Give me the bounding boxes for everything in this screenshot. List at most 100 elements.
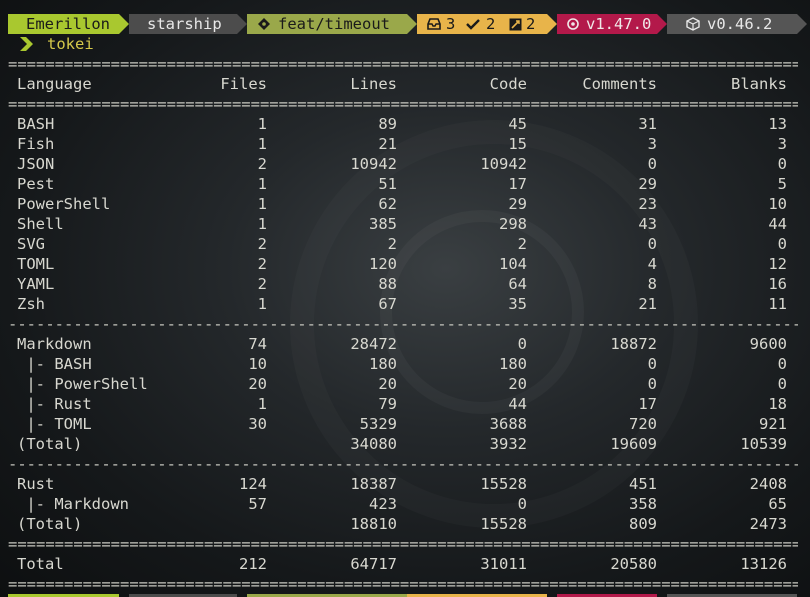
cell-lines: 2 bbox=[387, 235, 397, 253]
prompt-branch-segment: feat/timeout bbox=[247, 14, 417, 34]
cell-files: 1 bbox=[257, 115, 267, 133]
cell-language: Pest bbox=[17, 175, 55, 193]
table-row: Rust 124 18387 15528 451 2408 bbox=[0, 474, 810, 494]
separator-double: ========================================… bbox=[8, 55, 798, 73]
cell-blanks: 16 bbox=[768, 275, 787, 293]
cell-comments: 21 bbox=[638, 295, 657, 313]
cell-files: 1 bbox=[257, 295, 267, 313]
cell-lines: 18810 bbox=[350, 515, 397, 533]
table-row: (Total) 18810 15528 809 2473 bbox=[0, 514, 810, 534]
cell-code: 3688 bbox=[489, 415, 527, 433]
cell-blanks: 65 bbox=[768, 495, 787, 513]
table-row: Pest 1 51 17 29 5 bbox=[0, 174, 810, 194]
cell-files: 2 bbox=[257, 275, 267, 293]
cell-code: 0 bbox=[517, 335, 527, 353]
cell-lines: 20 bbox=[378, 375, 397, 393]
prompt-rust-segment: v1.47.0 bbox=[557, 14, 667, 34]
table-row: |- PowerShell 20 20 20 0 0 bbox=[0, 374, 810, 394]
cell-lines: 79 bbox=[378, 395, 397, 413]
cell-code: 104 bbox=[499, 255, 527, 273]
cell-lines: 88 bbox=[378, 275, 397, 293]
cell-files: 1 bbox=[257, 395, 267, 413]
cell-language: Rust bbox=[17, 475, 55, 493]
table-row: JSON 2 10942 10942 0 0 bbox=[0, 154, 810, 174]
prompt-modified-count: 2 bbox=[526, 15, 536, 33]
cell-code: 45 bbox=[508, 115, 527, 133]
cell-files: 2 bbox=[257, 255, 267, 273]
cell-blanks: 11 bbox=[768, 295, 787, 313]
cell-comments: 8 bbox=[647, 275, 657, 293]
rust-gear-icon bbox=[567, 18, 579, 30]
cell-language: Zsh bbox=[17, 295, 45, 313]
cell-files: 30 bbox=[248, 415, 267, 433]
cell-lines: 67 bbox=[378, 295, 397, 313]
cell-language: |- Markdown bbox=[17, 495, 129, 513]
cell-comments: 3 bbox=[647, 135, 657, 153]
table-row: Zsh 1 67 35 21 11 bbox=[0, 294, 810, 314]
cell-lines: 89 bbox=[378, 115, 397, 133]
prompt-staged-count: 2 bbox=[486, 15, 496, 33]
cell-code: 180 bbox=[499, 355, 527, 373]
cell-language: Shell bbox=[17, 215, 64, 233]
separator-double: ========================================… bbox=[8, 535, 798, 553]
cell-blanks: 10539 bbox=[740, 435, 787, 453]
cell-lines: 385 bbox=[369, 215, 397, 233]
cell-blanks: 13 bbox=[768, 115, 787, 133]
table-row: |- Markdown 57 423 0 358 65 bbox=[0, 494, 810, 514]
cell-blanks: 2473 bbox=[749, 515, 787, 533]
cell-language: Markdown bbox=[17, 335, 92, 353]
cell-lines: 120 bbox=[369, 255, 397, 273]
cell-code: 29 bbox=[508, 195, 527, 213]
file-diff-icon bbox=[509, 18, 522, 31]
cell-language: |- PowerShell bbox=[17, 375, 148, 393]
cell-lines: Lines bbox=[350, 75, 397, 93]
cell-blanks: 18 bbox=[768, 395, 787, 413]
table-row: YAML 2 88 64 8 16 bbox=[0, 274, 810, 294]
table-header-row: Language Files Lines Code Comments Blanks bbox=[0, 74, 810, 94]
cell-comments: 18872 bbox=[610, 335, 657, 353]
cell-comments: 19609 bbox=[610, 435, 657, 453]
cell-comments: 43 bbox=[638, 215, 657, 233]
cell-files: 1 bbox=[257, 195, 267, 213]
cell-code: 15 bbox=[508, 135, 527, 153]
table-row: SVG 2 2 2 0 0 bbox=[0, 234, 810, 254]
cell-comments: 809 bbox=[629, 515, 657, 533]
cell-comments: 4 bbox=[647, 255, 657, 273]
table-row: Shell 1 385 298 43 44 bbox=[0, 214, 810, 234]
table-row: (Total) 34080 3932 19609 10539 bbox=[0, 434, 810, 454]
table-row: |- TOML 30 5329 3688 720 921 bbox=[0, 414, 810, 434]
cell-comments: 0 bbox=[647, 155, 657, 173]
table-row: |- Rust 1 79 44 17 18 bbox=[0, 394, 810, 414]
table-row: PowerShell 1 62 29 23 10 bbox=[0, 194, 810, 214]
cell-blanks: 9600 bbox=[749, 335, 787, 353]
cell-language: SVG bbox=[17, 235, 45, 253]
prompt-user: Emerillon bbox=[26, 15, 110, 33]
prompt-user-segment: Emerillon bbox=[8, 14, 129, 34]
cell-lines: 180 bbox=[369, 355, 397, 373]
cell-code: 15528 bbox=[480, 475, 527, 493]
inbox-icon bbox=[427, 18, 441, 30]
cell-blanks: 0 bbox=[777, 355, 787, 373]
cell-comments: 20580 bbox=[610, 555, 657, 573]
cell-files: 1 bbox=[257, 175, 267, 193]
cell-code: 15528 bbox=[480, 515, 527, 533]
cell-comments: 451 bbox=[629, 475, 657, 493]
prompt-stash-count: 3 bbox=[446, 15, 456, 33]
table-row: TOML 2 120 104 4 12 bbox=[0, 254, 810, 274]
prompt-branch: feat/timeout bbox=[278, 15, 390, 33]
table-row: BASH 1 89 45 31 13 bbox=[0, 114, 810, 134]
cell-language: |- TOML bbox=[17, 415, 92, 433]
cell-code: 20 bbox=[508, 375, 527, 393]
cell-code: 17 bbox=[508, 175, 527, 193]
cell-comments: 23 bbox=[638, 195, 657, 213]
cell-lines: 34080 bbox=[350, 435, 397, 453]
cell-comments: 720 bbox=[629, 415, 657, 433]
separator-double: ========================================… bbox=[8, 575, 798, 593]
cell-code: Code bbox=[489, 75, 527, 93]
cell-comments: Comments bbox=[582, 75, 657, 93]
cell-language: BASH bbox=[17, 115, 55, 133]
command-text: tokei bbox=[47, 35, 94, 53]
cell-files: 57 bbox=[248, 495, 267, 513]
cell-language: Language bbox=[17, 75, 92, 93]
cell-language: |- BASH bbox=[17, 355, 92, 373]
